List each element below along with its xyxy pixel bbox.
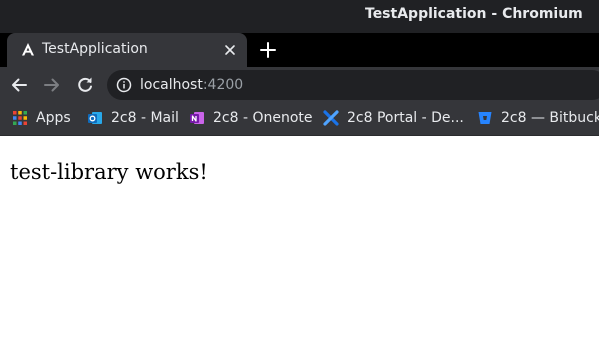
- url-text[interactable]: localhost:4200: [140, 77, 243, 93]
- onenote-icon: [190, 112, 204, 124]
- tab-title: TestApplication: [42, 41, 148, 57]
- window-title: TestApplication - Chromium: [365, 6, 583, 22]
- title-bar: TestApplication - Chromium: [0, 0, 599, 33]
- portal-icon: [323, 110, 339, 126]
- bookmark-label: 2c8 - Mail: [111, 110, 179, 126]
- url-port: :4200: [202, 77, 244, 93]
- toolbar: localhost:4200: [0, 67, 599, 103]
- outlook-icon: [88, 112, 102, 124]
- back-arrow-icon[interactable]: [9, 75, 29, 95]
- bookmark-label: 2c8 - Onenote: [213, 110, 313, 126]
- bookmark-label: Apps: [36, 110, 71, 126]
- bitbucket-icon: [478, 112, 492, 124]
- browser-window: TestApplication - Chromium TestApplicati…: [0, 0, 599, 364]
- angular-icon: [22, 43, 34, 56]
- bookmark-label: 2c8 — Bitbucket: [501, 110, 599, 126]
- new-tab-plus-icon[interactable]: [259, 41, 277, 59]
- address-bar[interactable]: localhost:4200: [107, 70, 599, 100]
- component-text: test-library works!: [10, 160, 208, 184]
- bookmark-label: 2c8 Portal - De...: [347, 110, 464, 126]
- apps-grid-icon: [13, 111, 27, 125]
- url-host: localhost: [140, 77, 203, 93]
- forward-arrow-icon[interactable]: [42, 75, 62, 95]
- page-content: test-library works!: [0, 136, 599, 364]
- close-icon[interactable]: [223, 43, 237, 57]
- info-icon[interactable]: [116, 77, 132, 93]
- tab-testapplication[interactable]: TestApplication: [7, 33, 247, 67]
- bookmarks-bar: Apps 2c8 - Mail 2c8 - Onenote 2c8 Portal…: [0, 103, 599, 136]
- tab-strip: TestApplication: [0, 33, 599, 67]
- reload-icon[interactable]: [75, 75, 95, 95]
